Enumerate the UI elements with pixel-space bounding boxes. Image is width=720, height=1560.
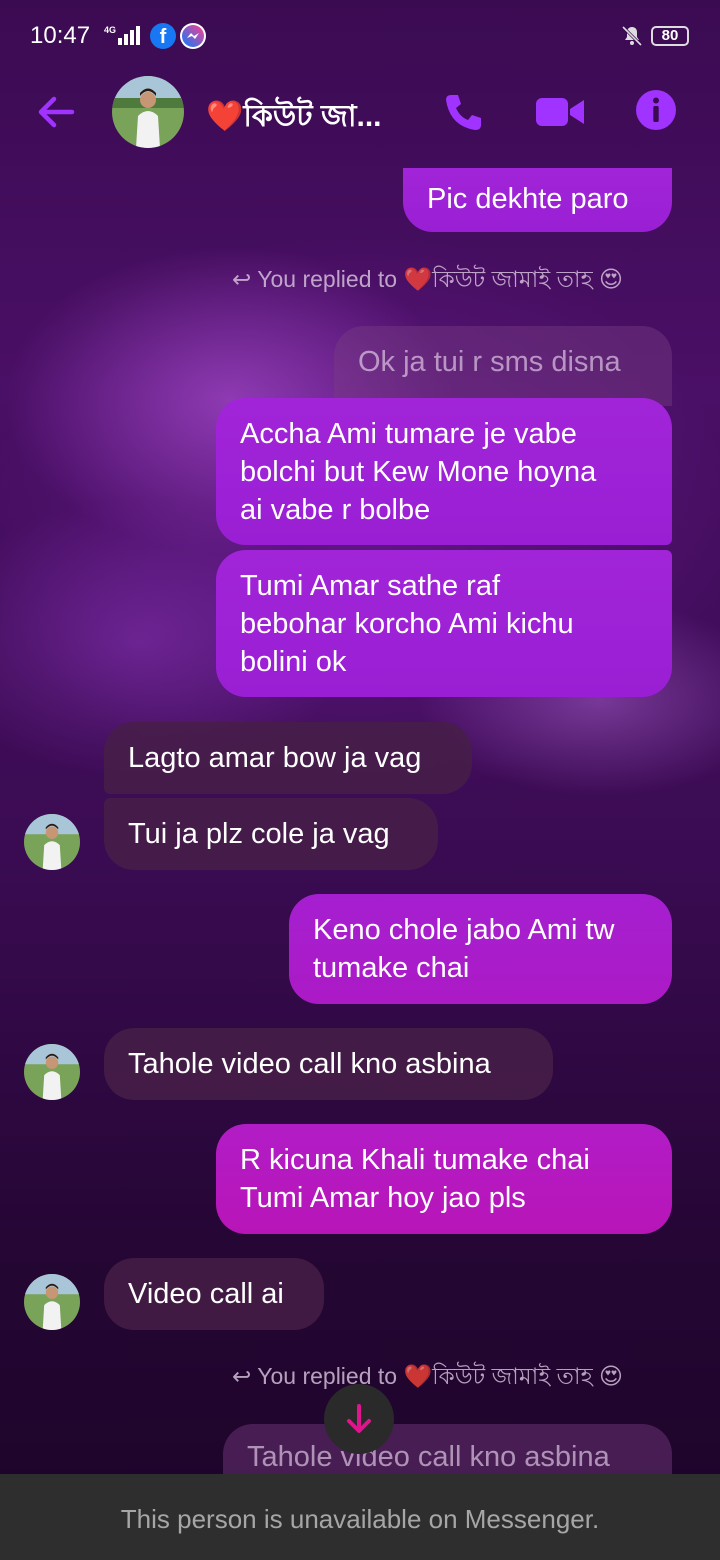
reply-indicator: ↩ You replied to ❤️কিউট জামাই তাহ 😍	[232, 261, 623, 300]
unavailable-banner: This person is unavailable on Messenger.	[0, 1474, 720, 1560]
messenger-notification-icon	[180, 23, 206, 49]
conversation-header: ❤️কিউট জা...	[0, 72, 720, 162]
status-bar: 10:47 4G f 80	[0, 0, 720, 72]
network-label: 4G	[104, 25, 116, 35]
phone-call-icon[interactable]	[442, 90, 486, 134]
reply-arrow-icon: ↩	[232, 1363, 258, 1389]
contact-name[interactable]: ❤️কিউট জা...	[206, 92, 382, 143]
unavailable-notice: This person is unavailable on Messenger.	[120, 1504, 600, 1534]
battery-indicator: 80	[651, 26, 689, 46]
message-bubble-outgoing[interactable]: Keno chole jabo Ami tw tumake chai	[289, 894, 672, 1004]
message-bubble-incoming[interactable]: Tui ja plz cole ja vag	[104, 798, 438, 870]
signal-icon: 4G	[104, 25, 140, 45]
info-icon[interactable]	[634, 88, 678, 132]
contact-avatar-small[interactable]	[24, 814, 80, 870]
back-arrow-icon[interactable]	[34, 90, 78, 134]
reply-indicator-text: You replied to ❤️কিউট জামাই তাহ 😍	[257, 1363, 624, 1389]
status-time: 10:47	[30, 22, 91, 49]
contact-avatar-small[interactable]	[24, 1044, 80, 1100]
reply-indicator-text: You replied to ❤️কিউট জামাই তাহ 😍	[257, 266, 624, 292]
message-bubble-incoming[interactable]: Video call ai	[104, 1258, 324, 1330]
arrow-down-icon	[347, 1404, 371, 1433]
mute-bell-icon	[621, 25, 643, 47]
message-bubble-outgoing[interactable]: Accha Ami tumare je vabe bolchi but Kew …	[216, 398, 672, 545]
scroll-to-bottom-button[interactable]	[324, 1384, 394, 1454]
message-bubble-outgoing[interactable]: R kicuna Khali tumake chai Tumi Amar hoy…	[216, 1124, 672, 1234]
video-call-icon[interactable]	[534, 92, 586, 132]
reply-arrow-icon: ↩	[232, 266, 258, 292]
quoted-message[interactable]: Ok ja tui r sms disna	[334, 326, 672, 406]
contact-avatar-small[interactable]	[24, 1274, 80, 1330]
message-bubble-outgoing[interactable]: Tumi Amar sathe raf bebohar korcho Ami k…	[216, 550, 672, 697]
message-bubble-incoming[interactable]: Tahole video call kno asbina	[104, 1028, 553, 1100]
message-bubble-outgoing[interactable]: Pic dekhte paro	[403, 168, 672, 232]
contact-avatar[interactable]	[112, 76, 184, 148]
reply-indicator: ↩ You replied to ❤️কিউট জামাই তাহ 😍	[232, 1358, 623, 1397]
facebook-notification-icon: f	[150, 23, 176, 49]
message-bubble-incoming[interactable]: Lagto amar bow ja vag	[104, 722, 472, 794]
